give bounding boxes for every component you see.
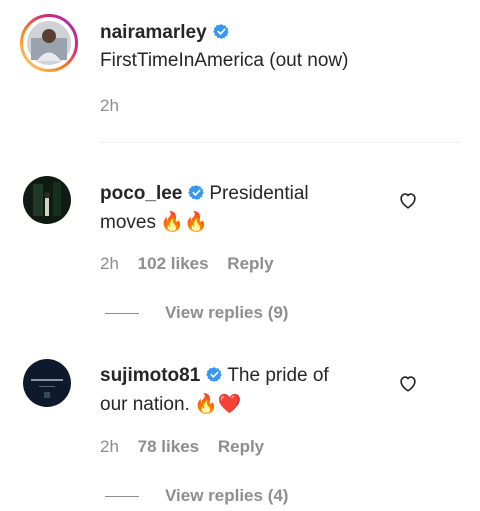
heart-outline-icon — [400, 376, 416, 392]
likes-count[interactable]: 102 likes — [138, 254, 209, 273]
like-button[interactable] — [397, 189, 419, 216]
reply-button[interactable]: Reply — [218, 437, 264, 456]
view-replies-button[interactable]: View replies (4) — [165, 486, 288, 506]
reply-button[interactable]: Reply — [227, 254, 273, 273]
like-button[interactable] — [397, 372, 419, 399]
comment-username[interactable]: sujimoto81 — [100, 365, 200, 386]
likes-count[interactable]: 78 likes — [138, 437, 199, 456]
story-ring — [20, 14, 78, 72]
replies-line — [105, 496, 139, 497]
fire-heart-emoji: 🔥❤️ — [194, 394, 242, 415]
comment-body: poco_lee Presidential moves 🔥🔥 — [100, 180, 390, 238]
comment-meta: 2h 78 likes Reply — [100, 437, 264, 457]
comment-text: Presidential — [209, 183, 309, 204]
post-timestamp: 2h — [100, 96, 119, 115]
comment-body: sujimoto81 The pride of our nation. 🔥❤️ — [100, 362, 390, 420]
comment-timestamp: 2h — [100, 254, 119, 273]
post-username[interactable]: nairamarley — [100, 22, 207, 43]
comment-avatar[interactable] — [23, 176, 71, 224]
comment-timestamp: 2h — [100, 437, 119, 456]
replies-line — [105, 313, 139, 314]
post-avatar[interactable] — [20, 14, 78, 72]
divider — [100, 142, 460, 143]
heart-outline-icon — [400, 193, 416, 209]
post-caption: FirstTimeInAmerica (out now) — [100, 50, 349, 71]
comment-text: our nation. — [100, 394, 190, 415]
comment-avatar[interactable] — [23, 359, 71, 407]
comment-text: The pride of — [227, 365, 329, 386]
view-replies-button[interactable]: View replies (9) — [165, 303, 288, 323]
comment-username[interactable]: poco_lee — [100, 183, 182, 204]
verified-badge-icon — [212, 23, 230, 40]
verified-badge-icon — [188, 183, 205, 200]
comment-meta: 2h 102 likes Reply — [100, 254, 274, 274]
verified-badge-icon — [206, 365, 223, 382]
comment-text: moves — [100, 212, 156, 233]
fire-emoji: 🔥🔥 — [160, 212, 208, 233]
